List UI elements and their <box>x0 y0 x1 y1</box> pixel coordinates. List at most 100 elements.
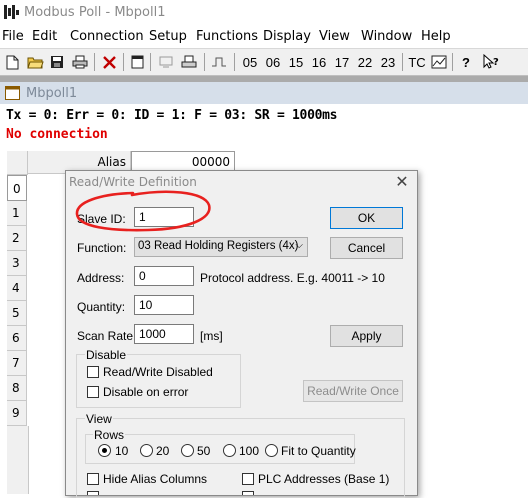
fc17-button[interactable]: 17 <box>332 52 352 72</box>
menu-display[interactable]: Display <box>263 29 311 44</box>
row-header-filler <box>7 426 29 494</box>
read-write-icon[interactable] <box>156 52 176 72</box>
menu-bar: File Edit Connection Setup Functions Dis… <box>0 27 528 47</box>
disable-group-label: Disable <box>85 348 128 362</box>
function-select[interactable]: 03 Read Holding Registers (4x) ⌵ <box>134 237 308 257</box>
scan-rate-unit: [ms] <box>200 329 223 343</box>
toolbar: 05 06 15 16 17 22 23 TC ? ? <box>0 48 528 76</box>
row-header[interactable]: 5 <box>7 301 27 326</box>
disable-group <box>76 354 241 408</box>
context-help-icon[interactable]: ? <box>480 52 502 72</box>
fc23-button[interactable]: 23 <box>378 52 398 72</box>
menu-setup[interactable]: Setup <box>149 29 187 44</box>
new-file-icon[interactable] <box>3 52 21 72</box>
chevron-down-icon: ⌵ <box>295 240 303 251</box>
grid-corner <box>7 151 28 175</box>
app-title-bar: Modbus Poll - Mbpoll1 <box>0 0 528 26</box>
rw-disabled-label: Read/Write Disabled <box>103 365 213 379</box>
row-header[interactable]: 7 <box>7 351 27 376</box>
toolbar-separator <box>234 53 235 71</box>
toolbar-separator <box>123 53 124 71</box>
row-header[interactable]: 8 <box>7 376 27 401</box>
row-header[interactable]: 9 <box>7 401 27 426</box>
rows-fit-label: Fit to Quantity <box>281 444 356 458</box>
app-title: Modbus Poll - Mbpoll1 <box>24 5 166 20</box>
window-icon[interactable] <box>128 52 146 72</box>
rows-group-label: Rows <box>93 428 126 442</box>
cancel-button[interactable]: Cancel <box>330 237 403 259</box>
toolbar-separator <box>452 53 453 71</box>
partial-checkbox[interactable] <box>87 491 99 495</box>
address-label: Address: <box>77 271 125 285</box>
menu-edit[interactable]: Edit <box>32 29 57 44</box>
mbpoll-window-titlebar: Mbpoll1 <box>0 82 528 104</box>
quantity-field[interactable]: 10 <box>134 295 194 315</box>
disable-on-error-checkbox[interactable] <box>87 386 99 398</box>
menu-connection[interactable]: Connection <box>70 29 144 44</box>
fc05-button[interactable]: 05 <box>240 52 260 72</box>
red-circle-annotation <box>75 190 211 232</box>
menu-functions[interactable]: Functions <box>196 29 258 44</box>
fc06-button[interactable]: 06 <box>263 52 283 72</box>
address-hint: Protocol address. E.g. 40011 -> 10 <box>200 271 385 285</box>
row-header[interactable]: 1 <box>7 201 27 226</box>
plc-addresses-checkbox[interactable] <box>242 473 254 485</box>
save-icon[interactable] <box>48 52 66 72</box>
rows-50-label: 50 <box>197 444 211 458</box>
menu-window[interactable]: Window <box>361 29 412 44</box>
ok-button[interactable]: OK <box>330 207 403 229</box>
rows-10-label: 10 <box>115 444 129 458</box>
scan-rate-field[interactable]: 1000 <box>134 324 194 344</box>
read-write-once-button[interactable]: Read/Write Once <box>303 380 403 402</box>
row-header[interactable]: 3 <box>7 251 27 276</box>
rows-100-label: 100 <box>239 444 260 458</box>
menu-view[interactable]: View <box>319 29 350 44</box>
tc-button[interactable]: TC <box>406 52 428 72</box>
row-header[interactable]: 0 <box>7 175 27 201</box>
disconnect-icon[interactable] <box>99 52 119 72</box>
rows-100-radio[interactable] <box>223 444 236 457</box>
printer-setup-icon[interactable] <box>179 52 199 72</box>
fc16-button[interactable]: 16 <box>309 52 329 72</box>
quantity-label: Quantity: <box>77 300 126 314</box>
apply-button[interactable]: Apply <box>330 325 403 347</box>
scan-rate-label: Scan Rate: <box>77 329 137 343</box>
row-header[interactable]: 2 <box>7 226 27 251</box>
print-icon[interactable] <box>70 52 90 72</box>
pulse-icon[interactable] <box>209 52 229 72</box>
address-field[interactable]: 0 <box>134 266 194 286</box>
menu-file[interactable]: File <box>2 29 24 44</box>
document-icon <box>5 86 20 100</box>
hide-alias-label: Hide Alias Columns <box>103 472 208 486</box>
function-label: Function: <box>77 241 127 255</box>
toolbar-separator <box>150 53 151 71</box>
rows-10-radio[interactable] <box>98 444 111 457</box>
help-icon[interactable]: ? <box>456 52 476 72</box>
connection-status: No connection <box>6 127 108 142</box>
rows-20-label: 20 <box>156 444 170 458</box>
partial-checkbox[interactable] <box>242 491 254 495</box>
view-group-label: View <box>85 412 113 426</box>
toolbar-separator <box>94 53 95 71</box>
rows-20-radio[interactable] <box>140 444 153 457</box>
rows-fit-radio[interactable] <box>265 444 278 457</box>
mbpoll-window-title: Mbpoll1 <box>26 86 78 101</box>
toolbar-separator <box>402 53 403 71</box>
fc15-button[interactable]: 15 <box>286 52 306 72</box>
disable-on-error-label: Disable on error <box>103 385 189 399</box>
menu-help[interactable]: Help <box>421 29 451 44</box>
chart-icon[interactable] <box>429 52 449 72</box>
status-line: Tx = 0: Err = 0: ID = 1: F = 03: SR = 10… <box>6 108 338 123</box>
rw-disabled-checkbox[interactable] <box>87 366 99 378</box>
fc22-button[interactable]: 22 <box>355 52 375 72</box>
dialog-title: Read/Write Definition <box>69 175 197 189</box>
function-select-value: 03 Read Holding Registers (4x) <box>138 240 299 252</box>
open-folder-icon[interactable] <box>25 52 45 72</box>
modbus-app-icon <box>4 5 19 19</box>
row-header[interactable]: 6 <box>7 326 27 351</box>
rows-50-radio[interactable] <box>181 444 194 457</box>
plc-addresses-label: PLC Addresses (Base 1) <box>258 472 390 486</box>
close-icon[interactable]: ✕ <box>392 173 412 191</box>
hide-alias-checkbox[interactable] <box>87 473 99 485</box>
row-header[interactable]: 4 <box>7 276 27 301</box>
